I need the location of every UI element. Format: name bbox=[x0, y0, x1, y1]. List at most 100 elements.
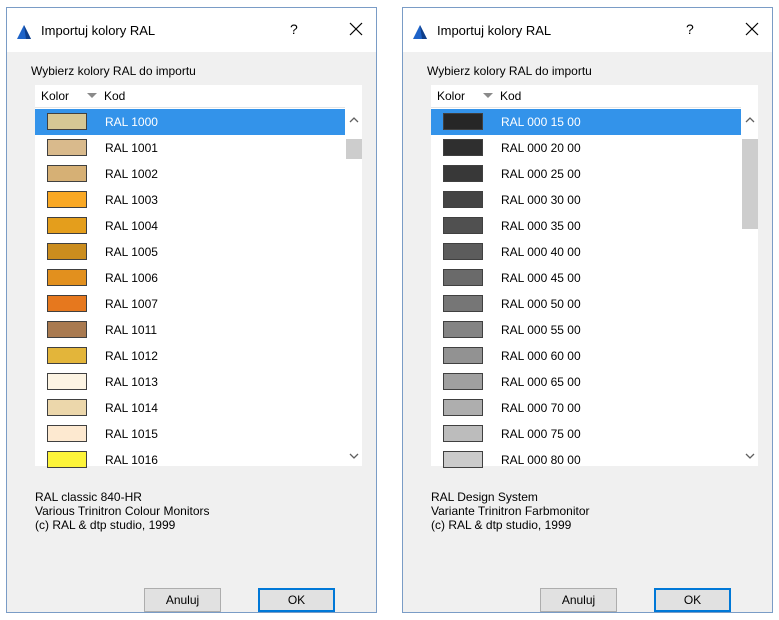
color-swatch bbox=[443, 217, 483, 234]
ral-info: RAL Design System Variante Trinitron Far… bbox=[431, 490, 590, 532]
color-swatch bbox=[443, 243, 483, 260]
color-swatch bbox=[443, 139, 483, 156]
archicad-app-icon bbox=[413, 25, 427, 39]
cancel-button[interactable]: Anuluj bbox=[144, 588, 221, 612]
color-swatch bbox=[47, 451, 87, 468]
title-bar[interactable]: Importuj kolory RAL ? bbox=[7, 8, 376, 52]
list-item[interactable]: RAL 000 45 00 bbox=[431, 265, 741, 291]
list-item[interactable]: RAL 1012 bbox=[35, 343, 345, 369]
list-item[interactable]: RAL 000 35 00 bbox=[431, 213, 741, 239]
color-swatch bbox=[443, 269, 483, 286]
color-list[interactable]: Kolor Kod RAL 1000 RAL 1001 RAL 1002 RAL 10… bbox=[35, 85, 362, 468]
color-swatch bbox=[47, 321, 87, 338]
list-item[interactable]: RAL 1007 bbox=[35, 291, 345, 317]
sort-arrow-icon[interactable] bbox=[87, 93, 97, 98]
list-item[interactable]: RAL 000 60 00 bbox=[431, 343, 741, 369]
color-code: RAL 000 55 00 bbox=[501, 323, 581, 337]
info-line: (c) RAL & dtp studio, 1999 bbox=[35, 518, 176, 532]
color-swatch bbox=[47, 113, 87, 130]
color-code: RAL 000 35 00 bbox=[501, 219, 581, 233]
vertical-scrollbar[interactable] bbox=[742, 109, 758, 466]
scroll-down-icon[interactable] bbox=[745, 452, 755, 460]
ral-info: RAL classic 840-HR Various Trinitron Col… bbox=[35, 490, 210, 532]
color-rows: RAL 1000 RAL 1001 RAL 1002 RAL 1003 RAL 1004… bbox=[35, 109, 345, 473]
color-swatch bbox=[47, 243, 87, 260]
color-code: RAL 1016 bbox=[105, 453, 158, 467]
color-code: RAL 000 45 00 bbox=[501, 271, 581, 285]
color-swatch bbox=[443, 451, 483, 468]
list-item[interactable]: RAL 1005 bbox=[35, 239, 345, 265]
scroll-thumb[interactable] bbox=[346, 139, 362, 159]
list-item[interactable]: RAL 000 75 00 bbox=[431, 421, 741, 447]
color-swatch bbox=[47, 165, 87, 182]
color-code: RAL 000 30 00 bbox=[501, 193, 581, 207]
list-item[interactable]: RAL 000 15 00 bbox=[431, 109, 741, 135]
close-icon[interactable] bbox=[741, 18, 763, 40]
close-icon[interactable] bbox=[345, 18, 367, 40]
color-code: RAL 000 15 00 bbox=[501, 115, 581, 129]
sort-arrow-icon[interactable] bbox=[483, 93, 493, 98]
ok-button[interactable]: OK bbox=[654, 588, 731, 612]
color-code: RAL 1013 bbox=[105, 375, 158, 389]
column-header-kod[interactable]: Kod bbox=[104, 89, 125, 103]
list-item[interactable]: RAL 1004 bbox=[35, 213, 345, 239]
color-code: RAL 1006 bbox=[105, 271, 158, 285]
color-swatch bbox=[443, 373, 483, 390]
ok-button[interactable]: OK bbox=[258, 588, 335, 612]
color-swatch bbox=[47, 295, 87, 312]
scroll-up-icon[interactable] bbox=[745, 116, 755, 124]
color-code: RAL 000 20 00 bbox=[501, 141, 581, 155]
dialog-title: Importuj kolory RAL bbox=[437, 23, 552, 38]
list-item[interactable]: RAL 000 80 00 bbox=[431, 447, 741, 473]
list-item[interactable]: RAL 000 40 00 bbox=[431, 239, 741, 265]
list-item[interactable]: RAL 000 55 00 bbox=[431, 317, 741, 343]
list-item[interactable]: RAL 000 65 00 bbox=[431, 369, 741, 395]
list-item[interactable]: RAL 1003 bbox=[35, 187, 345, 213]
scroll-down-icon[interactable] bbox=[349, 452, 359, 460]
column-header-kolor[interactable]: Kolor bbox=[41, 89, 69, 103]
list-item[interactable]: RAL 000 50 00 bbox=[431, 291, 741, 317]
list-item[interactable]: RAL 000 20 00 bbox=[431, 135, 741, 161]
list-item[interactable]: RAL 1016 bbox=[35, 447, 345, 473]
color-code: RAL 1011 bbox=[105, 323, 158, 337]
prompt-label: Wybierz kolory RAL do importu bbox=[31, 64, 196, 78]
help-button[interactable]: ? bbox=[290, 21, 298, 37]
list-item[interactable]: RAL 000 70 00 bbox=[431, 395, 741, 421]
list-item[interactable]: RAL 1013 bbox=[35, 369, 345, 395]
list-item[interactable]: RAL 1011 bbox=[35, 317, 345, 343]
column-header-kod[interactable]: Kod bbox=[500, 89, 521, 103]
color-code: RAL 1002 bbox=[105, 167, 158, 181]
color-swatch bbox=[47, 347, 87, 364]
color-code: RAL 000 75 00 bbox=[501, 427, 581, 441]
color-swatch bbox=[443, 399, 483, 416]
color-code: RAL 1003 bbox=[105, 193, 158, 207]
scroll-up-icon[interactable] bbox=[349, 116, 359, 124]
list-item[interactable]: RAL 000 25 00 bbox=[431, 161, 741, 187]
vertical-scrollbar[interactable] bbox=[346, 109, 362, 466]
cancel-button[interactable]: Anuluj bbox=[540, 588, 617, 612]
scroll-thumb[interactable] bbox=[742, 139, 758, 229]
list-item[interactable]: RAL 1001 bbox=[35, 135, 345, 161]
import-ral-dialog-design: Importuj kolory RAL ? Wybierz kolory RAL… bbox=[402, 7, 773, 613]
list-header: Kolor Kod bbox=[35, 85, 345, 108]
color-swatch bbox=[443, 113, 483, 130]
list-item[interactable]: RAL 1015 bbox=[35, 421, 345, 447]
archicad-app-icon bbox=[17, 25, 31, 39]
color-swatch bbox=[443, 165, 483, 182]
color-list[interactable]: Kolor Kod RAL 000 15 00 RAL 000 20 00 RAL … bbox=[431, 85, 758, 468]
info-line: RAL classic 840-HR bbox=[35, 490, 142, 504]
list-item[interactable]: RAL 1002 bbox=[35, 161, 345, 187]
list-item[interactable]: RAL 1014 bbox=[35, 395, 345, 421]
list-header: Kolor Kod bbox=[431, 85, 741, 108]
column-header-kolor[interactable]: Kolor bbox=[437, 89, 465, 103]
color-code: RAL 1014 bbox=[105, 401, 158, 415]
color-code: RAL 1001 bbox=[105, 141, 158, 155]
list-item[interactable]: RAL 1000 bbox=[35, 109, 345, 135]
list-item[interactable]: RAL 1006 bbox=[35, 265, 345, 291]
dialog-title: Importuj kolory RAL bbox=[41, 23, 156, 38]
title-bar[interactable]: Importuj kolory RAL ? bbox=[403, 8, 772, 52]
list-item[interactable]: RAL 000 30 00 bbox=[431, 187, 741, 213]
info-line: Variante Trinitron Farbmonitor bbox=[431, 504, 590, 518]
help-button[interactable]: ? bbox=[686, 21, 694, 37]
color-swatch bbox=[443, 425, 483, 442]
